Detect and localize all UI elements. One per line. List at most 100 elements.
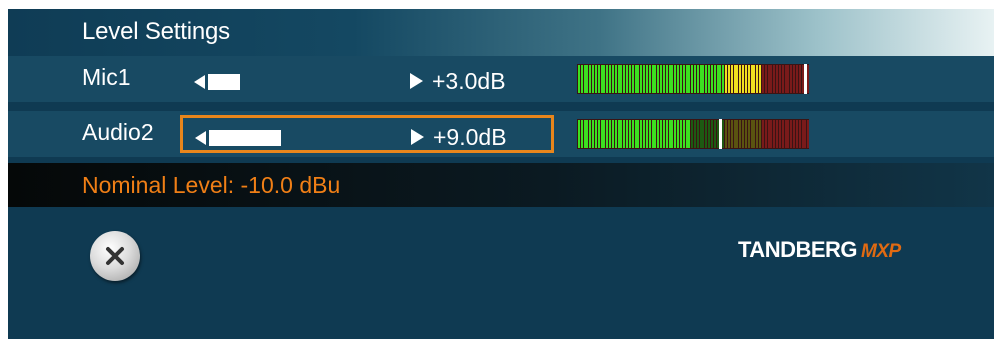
meter-segment: [708, 65, 710, 93]
meter-segment: [736, 65, 738, 93]
meter-segment: [793, 65, 795, 93]
meter-segment: [725, 65, 727, 93]
meter-segment: [702, 65, 704, 93]
level-meter: [577, 119, 809, 149]
meter-segment: [671, 65, 673, 93]
meter-segment: [674, 120, 676, 148]
meter-segment: [782, 65, 784, 93]
meter-segment: [759, 120, 761, 148]
gain-level-bar: [209, 130, 281, 146]
gain-slider[interactable]: +3.0dB: [180, 60, 554, 98]
meter-segment: [753, 120, 755, 148]
meter-segment: [765, 120, 767, 148]
meter-segment: [765, 65, 767, 93]
meter-segment: [756, 65, 758, 93]
gain-level-bar: [208, 74, 240, 90]
channel-label: Mic1: [82, 64, 131, 90]
meter-segment: [606, 65, 608, 93]
meter-segment: [728, 65, 730, 93]
meter-segment: [663, 65, 665, 93]
meter-segment: [637, 120, 639, 148]
increase-arrow-icon[interactable]: [411, 129, 424, 145]
meter-segment: [598, 65, 600, 93]
gain-value: +3.0dB: [432, 68, 506, 94]
meter-segment: [683, 65, 685, 93]
channel-row-mic1[interactable]: Mic1 +3.0dB: [8, 56, 994, 102]
meter-segment: [776, 65, 778, 93]
meter-segment: [725, 120, 727, 148]
meter-segment: [660, 65, 662, 93]
meter-segment: [759, 65, 761, 93]
meter-peak-marker: [804, 64, 807, 94]
page-title: Level Settings: [82, 18, 230, 45]
meter-segment: [705, 65, 707, 93]
meter-segment: [626, 120, 628, 148]
meter-segment: [632, 65, 634, 93]
meter-segment: [677, 65, 679, 93]
meter-segment: [620, 65, 622, 93]
decrease-arrow-icon[interactable]: [194, 75, 205, 89]
meter-segment: [705, 120, 707, 148]
meter-segment: [603, 65, 605, 93]
meter-segment: [739, 120, 741, 148]
meter-segment: [654, 65, 656, 93]
meter-segment: [722, 65, 724, 93]
meter-segment: [691, 120, 693, 148]
meter-segment: [598, 120, 600, 148]
increase-arrow-icon[interactable]: [410, 73, 423, 89]
meter-segment: [578, 120, 580, 148]
meter-segment: [779, 120, 781, 148]
meter-segment: [694, 120, 696, 148]
meter-segment: [643, 120, 645, 148]
close-icon: [106, 247, 124, 265]
meter-segment: [787, 120, 789, 148]
meter-segment: [753, 65, 755, 93]
decrease-arrow-icon[interactable]: [195, 131, 206, 145]
meter-segment: [666, 65, 668, 93]
meter-segment: [770, 120, 772, 148]
meter-segment: [609, 120, 611, 148]
gain-slider-selected[interactable]: +9.0dB: [180, 115, 554, 153]
meter-segment: [615, 120, 617, 148]
meter-segment: [660, 120, 662, 148]
meter-segment: [742, 120, 744, 148]
meter-segment: [688, 120, 690, 148]
meter-segment: [708, 120, 710, 148]
level-settings-panel: Level Settings Mic1 +3.0dB Audio2 +9.0dB…: [8, 9, 994, 339]
meter-segment: [697, 120, 699, 148]
meter-segment: [654, 120, 656, 148]
meter-segment: [629, 65, 631, 93]
meter-segment: [589, 65, 591, 93]
nominal-level-bar: Nominal Level: -10.0 dBu: [8, 163, 994, 207]
meter-segment: [603, 120, 605, 148]
meter-segment: [615, 65, 617, 93]
meter-segment: [711, 120, 713, 148]
meter-segment: [657, 120, 659, 148]
meter-segment: [770, 65, 772, 93]
meter-segment: [646, 65, 648, 93]
meter-segment: [626, 65, 628, 93]
meter-segment: [756, 120, 758, 148]
meter-segment: [666, 120, 668, 148]
meter-segment: [640, 120, 642, 148]
meter-segment: [790, 65, 792, 93]
meter-segment: [728, 120, 730, 148]
meter-segment: [646, 120, 648, 148]
meter-segment: [674, 65, 676, 93]
meter-segment: [748, 65, 750, 93]
channel-row-audio2[interactable]: Audio2 +9.0dB: [8, 111, 994, 157]
meter-segment: [773, 65, 775, 93]
meter-segment: [702, 120, 704, 148]
meter-segment: [776, 120, 778, 148]
nominal-level-text: Nominal Level: -10.0 dBu: [82, 172, 341, 198]
meter-segment: [649, 120, 651, 148]
meter-segment: [804, 120, 806, 148]
meter-segment: [787, 65, 789, 93]
close-button[interactable]: [90, 231, 140, 281]
meter-segment: [799, 120, 801, 148]
meter-segment: [796, 120, 798, 148]
meter-segment: [595, 120, 597, 148]
meter-segment: [714, 120, 716, 148]
meter-segment: [711, 65, 713, 93]
meter-segment: [581, 120, 583, 148]
